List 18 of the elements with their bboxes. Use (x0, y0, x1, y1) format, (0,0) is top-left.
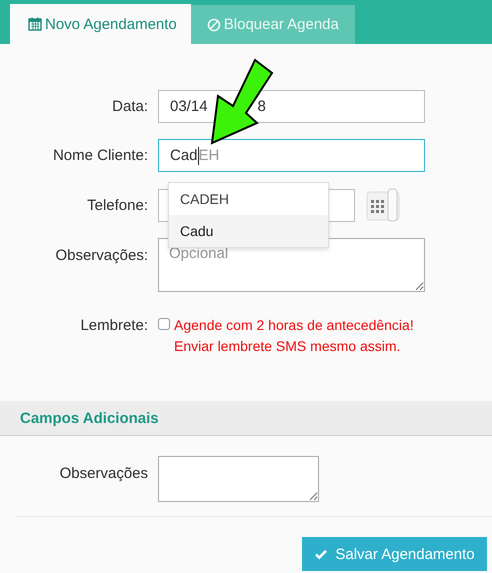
suggestion-item[interactable]: Cadu (169, 215, 328, 247)
ban-icon (206, 18, 221, 32)
field-label: Data: (111, 98, 149, 115)
reminder-warning: Agende com 2 horas de antecedência! Enviar lembrete SMS mesmo assim. (174, 316, 415, 356)
tab[interactable]: Novo Agendamento (10, 4, 191, 44)
suggestion-item[interactable]: CADEH (169, 183, 328, 215)
reminder-checkbox[interactable] (158, 318, 170, 330)
notes-field[interactable] (158, 456, 319, 502)
field-label: Nome Cliente: (52, 147, 149, 164)
field-label: Observações (58, 464, 149, 482)
field-label: Lembrete: (79, 316, 149, 334)
calendar-icon (28, 17, 42, 31)
check-icon (314, 547, 328, 561)
client-name-field[interactable]: CadEH (158, 139, 425, 172)
field-label: Telefone: (86, 196, 149, 214)
section-title: Campos Adicionais (20, 410, 159, 426)
telephone-icon[interactable] (366, 188, 400, 222)
field-label: Observações: (54, 246, 149, 264)
